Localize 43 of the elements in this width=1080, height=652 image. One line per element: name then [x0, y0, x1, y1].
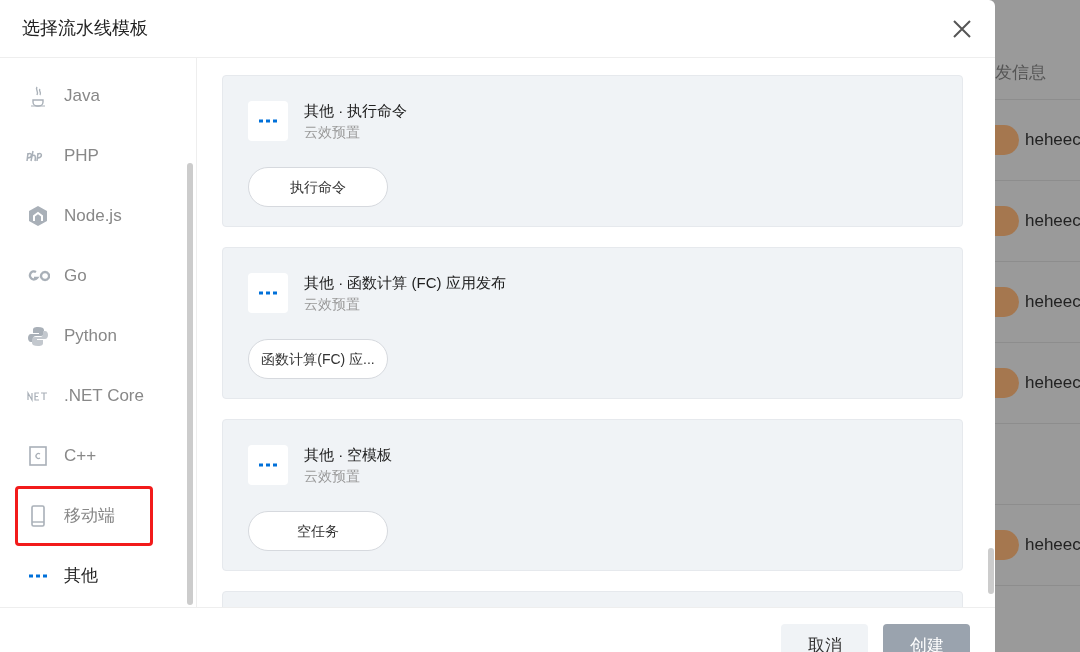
sidebar-item[interactable]: Python: [15, 306, 153, 366]
python-logo-icon: [26, 324, 50, 348]
user-name: heheec: [1025, 534, 1080, 557]
more-dots-icon: [248, 445, 288, 485]
user-name: heheec: [1025, 210, 1080, 233]
scrollbar[interactable]: [988, 548, 994, 594]
sidebar-item[interactable]: Node.js: [15, 186, 153, 246]
user-name: heheec: [1025, 372, 1080, 395]
user-name: heheec: [1025, 129, 1080, 152]
column-header: 发信息: [995, 61, 1046, 84]
sidebar-item[interactable]: 移动端: [15, 486, 153, 546]
user-name: heheec: [1025, 291, 1080, 314]
avatar: [995, 530, 1019, 560]
more-dots-icon: [248, 101, 288, 141]
sidebar-item[interactable]: PHP: [15, 126, 153, 186]
avatar: [995, 368, 1019, 398]
template-card[interactable]: 其他 · 空模板 云效预置 空任务: [222, 419, 963, 571]
template-title: 其他 · 执行命令: [304, 101, 408, 121]
sidebar-item[interactable]: Java: [15, 66, 153, 126]
avatar: [995, 287, 1019, 317]
sidebar-item[interactable]: .NET Core: [15, 366, 153, 426]
sidebar-item[interactable]: C++: [15, 426, 153, 486]
close-button[interactable]: [951, 17, 973, 40]
sidebar-item[interactable]: 其他: [15, 546, 153, 606]
template-title: 其他 · 空模板: [304, 445, 393, 465]
stage-button[interactable]: 执行命令: [248, 167, 388, 207]
template-card[interactable]: 其他 · 函数计算 (FC) 应用发布 云效预置 函数计算(FC) 应...: [222, 247, 963, 399]
sidebar-item[interactable]: Go: [15, 246, 153, 306]
template-source: 云效预置: [304, 295, 361, 314]
file-c-icon: [26, 444, 50, 468]
hexagon-icon: [26, 204, 50, 228]
template-title: 其他 · 函数计算 (FC) 应用发布: [304, 273, 506, 293]
stage-button[interactable]: 空任务: [248, 511, 388, 551]
more-dots-icon: [248, 273, 288, 313]
scrollbar[interactable]: [187, 163, 193, 605]
avatar: [995, 206, 1019, 236]
avatar: [995, 125, 1019, 155]
more-dots-icon: [29, 574, 47, 578]
template-source: 云效预置: [304, 123, 361, 142]
template-card[interactable]: 其他 · 执行命令 云效预置 执行命令: [222, 75, 963, 227]
dialog-title: 选择流水线模板: [22, 17, 148, 40]
template-source: 云效预置: [304, 467, 361, 486]
stage-button[interactable]: 函数计算(FC) 应...: [248, 339, 388, 379]
